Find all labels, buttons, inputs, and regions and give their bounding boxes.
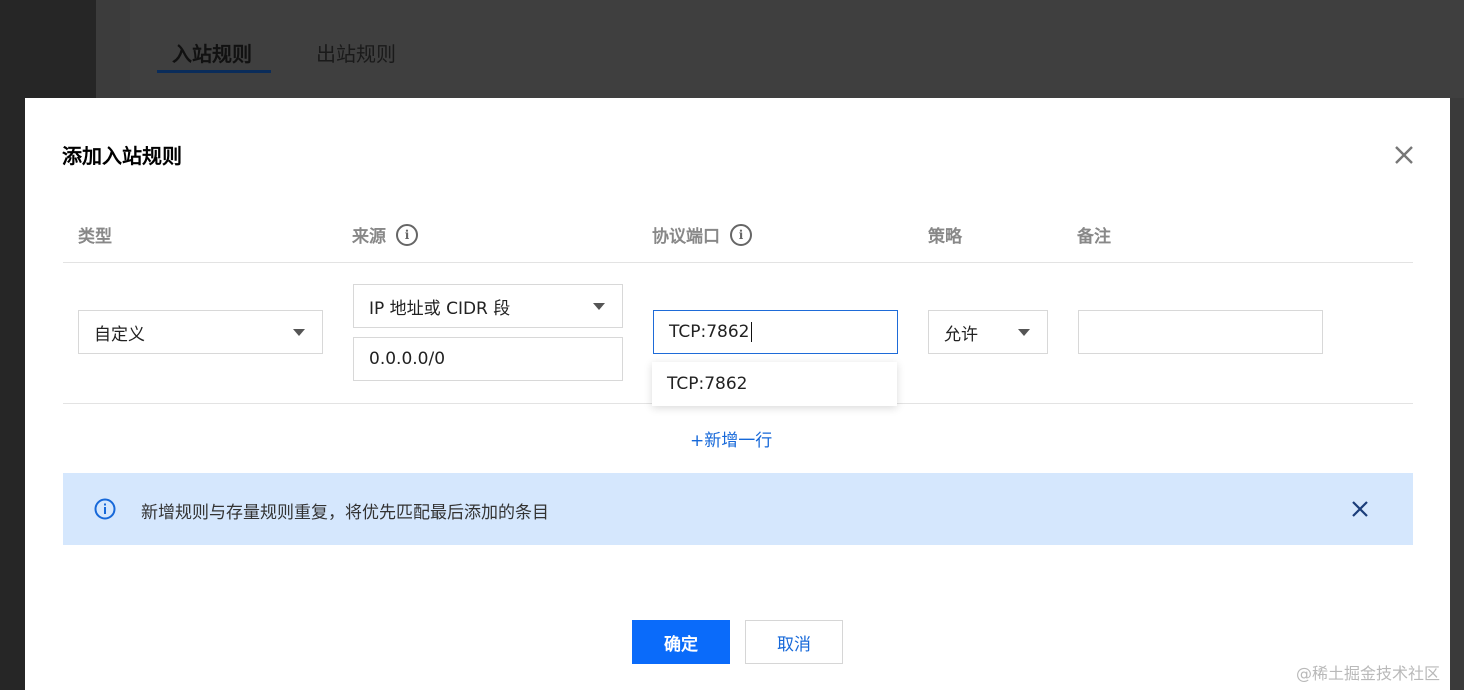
cancel-button[interactable]: 取消	[745, 620, 843, 664]
source-ip-value: 0.0.0.0/0	[369, 349, 446, 369]
add-inbound-rule-dialog: 添加入站规则 类型 来源 i 协议端口 i 策略 备注 自定义 IP 地址或 C…	[25, 98, 1450, 690]
text-cursor	[750, 322, 752, 342]
info-circle-icon[interactable]: i	[730, 223, 752, 246]
header-divider	[63, 262, 1413, 263]
remark-input[interactable]	[1078, 310, 1323, 354]
protocol-port-suggestion[interactable]: TCP:7862	[652, 362, 897, 406]
chevron-down-icon	[293, 329, 305, 336]
column-header-source-label: 来源	[352, 227, 386, 247]
type-select-value: 自定义	[94, 324, 145, 345]
confirm-button[interactable]: 确定	[632, 620, 730, 664]
column-header-type: 类型	[78, 222, 112, 247]
tab-inbound-rules[interactable]: 入站规则	[172, 38, 252, 67]
duplicate-rule-notice: 新增规则与存量规则重复，将优先匹配最后添加的条目	[63, 473, 1413, 545]
notice-text: 新增规则与存量规则重复，将优先匹配最后添加的条目	[141, 503, 549, 523]
chevron-down-icon	[593, 303, 605, 310]
info-circle-icon	[94, 498, 116, 520]
protocol-port-value: TCP:7862	[669, 322, 750, 342]
active-tab-indicator	[157, 70, 271, 73]
add-row-button[interactable]: +新增一行	[690, 426, 772, 451]
close-icon[interactable]	[1391, 142, 1417, 168]
column-header-type-label: 类型	[78, 227, 112, 247]
policy-select[interactable]: 允许	[928, 310, 1048, 354]
column-header-protocol-port-label: 协议端口	[652, 227, 720, 247]
source-type-select[interactable]: IP 地址或 CIDR 段	[353, 284, 623, 328]
close-icon[interactable]	[1351, 500, 1369, 518]
column-header-policy-label: 策略	[928, 227, 962, 247]
chevron-down-icon	[1018, 329, 1030, 336]
protocol-port-input[interactable]: TCP:7862	[653, 310, 898, 354]
suggestion-text: TCP:7862	[667, 374, 748, 394]
dialog-title: 添加入站规则	[62, 144, 182, 168]
column-header-source: 来源 i	[352, 222, 418, 247]
column-header-remark-label: 备注	[1077, 227, 1111, 247]
background-right-edge	[1450, 98, 1464, 690]
watermark: @稀土掘金技术社区	[1296, 664, 1441, 683]
source-type-value: IP 地址或 CIDR 段	[369, 298, 511, 319]
tab-outbound-rules[interactable]: 出站规则	[316, 38, 396, 67]
type-select[interactable]: 自定义	[78, 310, 323, 354]
column-header-protocol-port: 协议端口 i	[652, 222, 752, 247]
info-circle-icon[interactable]: i	[396, 223, 418, 246]
column-header-remark: 备注	[1077, 222, 1111, 247]
policy-select-value: 允许	[944, 324, 978, 345]
column-header-policy: 策略	[928, 222, 962, 247]
source-ip-input[interactable]: 0.0.0.0/0	[353, 337, 623, 381]
